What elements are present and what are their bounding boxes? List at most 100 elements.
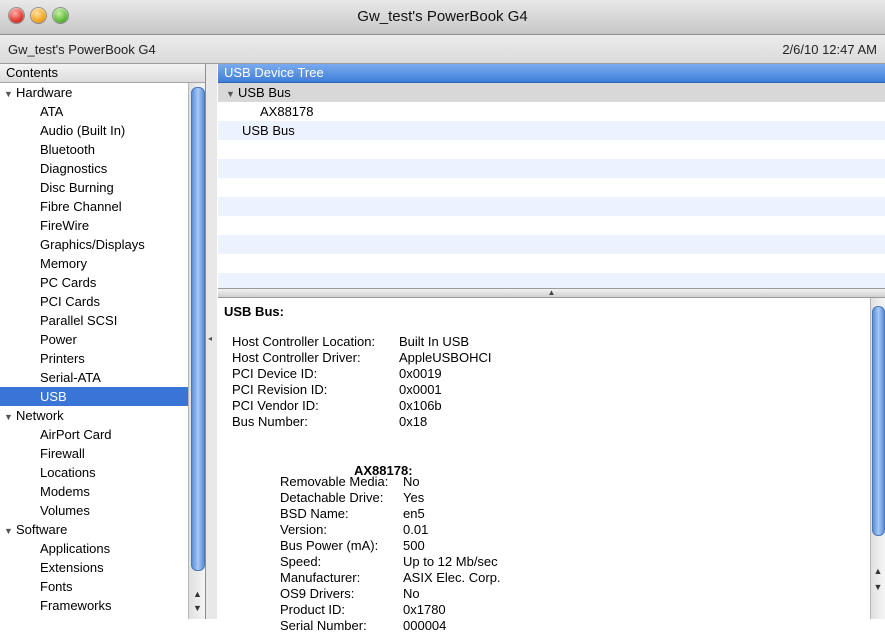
sidebar-item-label: PC Cards (40, 275, 97, 290)
report-datetime: 2/6/10 12:47 AM (782, 42, 877, 57)
contents-header: Contents (0, 64, 205, 83)
sidebar-scroll-up-arrow[interactable]: ▲ (189, 589, 205, 599)
sidebar-item-label: Volumes (40, 503, 90, 518)
sidebar-item[interactable]: ATA (0, 102, 205, 121)
sidebar-item[interactable]: Frameworks (0, 596, 205, 615)
sidebar-item[interactable]: Firewall (0, 444, 205, 463)
sidebar-item[interactable]: Diagnostics (0, 159, 205, 178)
detail-scrollbar[interactable]: ▲ ▼ (870, 298, 885, 619)
sidebar-item-label: Bluetooth (40, 142, 95, 157)
field-label: Speed: (280, 554, 322, 569)
field-value: en5 (403, 506, 425, 521)
field-label: PCI Vendor ID: (232, 398, 319, 413)
sidebar-item[interactable]: USB (0, 387, 205, 406)
sidebar-item-label: Locations (40, 465, 96, 480)
sidebar-item-label: Software (16, 522, 68, 537)
sidebar-item-label: Serial-ATA (40, 370, 101, 385)
field-value: Built In USB (399, 334, 470, 349)
field-value: 0x1780 (403, 602, 446, 617)
field-value: Up to 12 Mb/sec (403, 554, 498, 569)
field-label: Bus Number: (232, 414, 308, 429)
sidebar-item[interactable]: Bluetooth (0, 140, 205, 159)
contents-sidebar: Contents ▼ Hardware ATA Audio (Built In) Blu… (0, 64, 206, 619)
sidebar-item[interactable]: Modems (0, 482, 205, 501)
sidebar-item-label: ATA (40, 104, 64, 119)
sidebar-scroll-thumb[interactable] (191, 87, 205, 571)
sidebar-scroll-down-arrow[interactable]: ▼ (189, 603, 205, 613)
field-label: Serial Number: (280, 618, 367, 633)
sidebar-item[interactable]: Audio (Built In) (0, 121, 205, 140)
sidebar-item[interactable]: PC Cards (0, 273, 205, 292)
sidebar-item[interactable]: Fonts (0, 577, 205, 596)
sidebar-item[interactable]: Printers (0, 349, 205, 368)
sidebar-item[interactable]: Memory (0, 254, 205, 273)
field-value: 0x18 (399, 414, 428, 429)
splitter-grip-icon: ◂ (208, 334, 213, 343)
field-label: Product ID: (280, 602, 346, 617)
field-label: Host Controller Location: (232, 334, 376, 349)
sidebar-item[interactable]: Volumes (0, 501, 205, 520)
field-label: Host Controller Driver: (232, 350, 361, 365)
sidebar-item[interactable]: Locations (0, 463, 205, 482)
sidebar-item-label: Audio (Built In) (40, 123, 126, 138)
sidebar-item[interactable]: Applications (0, 539, 205, 558)
sidebar-item-label: Parallel SCSI (40, 313, 118, 328)
disclosure-triangle-icon[interactable]: ▼ (4, 85, 16, 104)
sidebar-item[interactable]: Graphics/Displays (0, 235, 205, 254)
field-label: OS9 Drivers: (280, 586, 355, 601)
sidebar-item[interactable]: AirPort Card (0, 425, 205, 444)
tree-row-usb-bus[interactable]: USB Bus (218, 121, 885, 140)
sidebar-category[interactable]: ▼ Network (0, 406, 205, 425)
field-label: Removable Media: (280, 474, 389, 489)
field-value: 0x0001 (399, 382, 442, 397)
sidebar-item-label: Frameworks (40, 598, 112, 613)
sidebar-item-label: Disc Burning (40, 180, 114, 195)
tree-header[interactable]: USB Device Tree (218, 64, 885, 83)
detail-pane: USB Bus: AX88178: ▲ ▼ Host Controller Lo… (218, 298, 885, 633)
field-value: 0.01 (403, 522, 429, 537)
sidebar-item-label: Printers (40, 351, 85, 366)
sidebar-category[interactable]: ▼ Software (0, 520, 205, 539)
field-label: Manufacturer: (280, 570, 361, 585)
sidebar-item-label: Diagnostics (40, 161, 108, 176)
machine-name: Gw_test's PowerBook G4 (8, 42, 156, 57)
disclosure-triangle-icon[interactable]: ▼ (4, 522, 16, 541)
sidebar-item[interactable]: Extensions (0, 558, 205, 577)
contents-list: ▼ Hardware ATA Audio (Built In) Bluetooth Dia… (0, 83, 205, 615)
sidebar-item[interactable]: Serial-ATA (0, 368, 205, 387)
usb-device-tree: USB Device Tree ▼ USB Bus AX88178 USB Bus (218, 64, 885, 288)
disclosure-triangle-icon[interactable]: ▼ (226, 85, 238, 104)
disclosure-triangle-icon[interactable]: ▼ (4, 408, 16, 427)
sidebar-item-label: Graphics/Displays (40, 237, 145, 252)
field-value: 500 (403, 538, 425, 553)
sidebar-item[interactable]: Power (0, 330, 205, 349)
detail-title: USB Bus: (224, 304, 284, 319)
pane-splitter[interactable]: ◂ (206, 64, 217, 619)
sidebar-item[interactable]: Parallel SCSI (0, 311, 205, 330)
sidebar-category[interactable]: ▼ Hardware (0, 83, 205, 102)
sidebar-item[interactable]: FireWire (0, 216, 205, 235)
tree-row-usb-bus[interactable]: ▼ USB Bus (218, 83, 885, 102)
horizontal-splitter[interactable]: ▲ (218, 288, 885, 298)
field-value: No (403, 474, 420, 489)
detail-scroll-down-arrow[interactable]: ▼ (871, 582, 885, 592)
detail-scroll-thumb[interactable] (872, 306, 885, 536)
sidebar-item-label: Modems (40, 484, 90, 499)
sidebar-item-label: Power (40, 332, 77, 347)
detail-scroll-up-arrow[interactable]: ▲ (871, 566, 885, 576)
field-value: ASIX Elec. Corp. (403, 570, 501, 585)
sidebar-item-label: USB (40, 389, 67, 404)
field-value: 000004 (403, 618, 447, 633)
sidebar-item[interactable]: PCI Cards (0, 292, 205, 311)
sidebar-item[interactable]: Fibre Channel (0, 197, 205, 216)
window-title: Gw_test's PowerBook G4 (357, 8, 528, 25)
sidebar-item-label: Firewall (40, 446, 85, 461)
sidebar-scrollbar[interactable]: ▲ ▼ (188, 83, 205, 619)
sidebar-item-label: AirPort Card (40, 427, 112, 442)
info-bar: Gw_test's PowerBook G4 2/6/10 12:47 AM (0, 35, 885, 64)
field-label: PCI Device ID: (232, 366, 318, 381)
sidebar-item[interactable]: Disc Burning (0, 178, 205, 197)
tree-row-device[interactable]: AX88178 (218, 102, 885, 121)
field-value: AppleUSBOHCI (399, 350, 492, 365)
field-label: Bus Power (mA): (280, 538, 379, 553)
